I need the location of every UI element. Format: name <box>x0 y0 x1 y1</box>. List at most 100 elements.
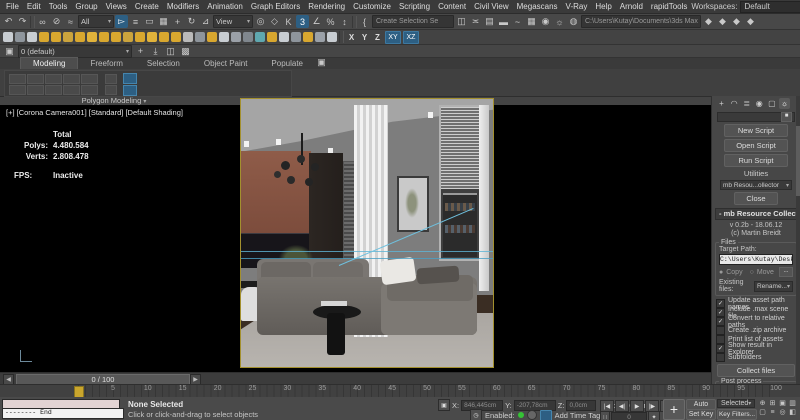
select-link-icon[interactable]: ∞ <box>36 15 49 28</box>
percent-snap-icon[interactable]: % <box>324 15 337 28</box>
plugin-icon[interactable] <box>99 32 109 42</box>
plugin-icon[interactable] <box>111 32 121 42</box>
set-key-button[interactable]: Set Key <box>686 409 716 420</box>
z-coordinate-field[interactable]: 0,0cm <box>566 400 596 411</box>
plugin-icon[interactable] <box>207 32 217 42</box>
keyboard-override-icon[interactable]: K <box>282 15 295 28</box>
maximize-viewport-icon[interactable]: ◧ <box>788 408 797 416</box>
menu-item-modifiers[interactable]: Modifiers <box>163 2 203 11</box>
render-setup-icon[interactable]: ☼ <box>553 15 566 28</box>
menu-item-group[interactable]: Group <box>71 2 101 11</box>
plugin-icon[interactable] <box>183 32 193 42</box>
select-object-icon[interactable]: ▻ <box>115 15 128 28</box>
undo-icon[interactable]: ↶ <box>2 15 15 28</box>
plugin-icon[interactable] <box>87 32 97 42</box>
current-frame-field[interactable]: 0 <box>611 412 647 420</box>
spinner-snap-icon[interactable]: ↕ <box>338 15 351 28</box>
transform-typein-lock-icon[interactable]: ▣ <box>438 399 450 411</box>
menu-item-views[interactable]: Views <box>102 2 131 11</box>
target-path-field[interactable]: C:\Users\Kutay\Desktop\Va <box>719 254 793 265</box>
unlink-icon[interactable]: ⊘ <box>50 15 63 28</box>
plugin-icon[interactable] <box>327 32 337 42</box>
select-rotate-icon[interactable]: ↻ <box>185 15 198 28</box>
copy-radio[interactable]: ● <box>719 269 723 276</box>
menu-item-content[interactable]: Content <box>434 2 470 11</box>
orbit-icon[interactable]: ◎ <box>778 408 787 416</box>
toggle-ribbon-icon[interactable]: ▬ <box>497 15 510 28</box>
use-pivot-center-icon[interactable]: ◎ <box>254 15 267 28</box>
layer-explorer-icon[interactable]: ▤ <box>483 15 496 28</box>
menu-item-graph-editors[interactable]: Graph Editors <box>247 2 304 11</box>
ribbon-config-icon[interactable]: ▣ <box>315 56 328 69</box>
close-utility-button[interactable]: Close <box>734 192 778 205</box>
tab-selection[interactable]: Selection <box>135 58 192 69</box>
render-last-icon[interactable]: ◆ <box>730 15 743 28</box>
viewport[interactable]: [+] [Corona Camera001] [Standard] [Defau… <box>0 105 711 372</box>
x-coordinate-field[interactable]: 846,445cm <box>461 400 503 411</box>
browse-button[interactable]: ... <box>779 267 793 277</box>
plugin-icon[interactable] <box>171 32 181 42</box>
plugin-icon[interactable] <box>123 32 133 42</box>
zoom-extents-all-icon[interactable]: ▥ <box>788 399 797 407</box>
hierarchy-tab-icon[interactable]: ≣ <box>741 98 752 109</box>
plugin-icon[interactable] <box>39 32 49 42</box>
plugin-icon[interactable] <box>255 32 265 42</box>
plugin-icon[interactable] <box>159 32 169 42</box>
convert-to-relative-paths-checkbox[interactable]: ✓ <box>716 317 725 326</box>
tab-freeform[interactable]: Freeform <box>78 58 134 69</box>
plugin-icon[interactable] <box>3 32 13 42</box>
polygon-modeling-label[interactable]: Polygon Modeling ▾ <box>4 96 224 105</box>
snap-toggle-3d-icon[interactable]: 3 <box>296 15 309 28</box>
render-online-icon[interactable]: ◆ <box>744 15 757 28</box>
time-tag-icon[interactable] <box>540 410 552 420</box>
print-list-of-assets-checkbox[interactable] <box>716 335 725 344</box>
plugin-icon[interactable] <box>147 32 157 42</box>
axis-constraint-xz[interactable]: XZ <box>403 31 419 44</box>
subfolders-checkbox[interactable] <box>716 353 725 362</box>
ribbon-button[interactable] <box>81 85 98 95</box>
plugin-icon[interactable] <box>27 32 37 42</box>
clock-icon[interactable]: ◷ <box>470 409 482 420</box>
redo-icon[interactable]: ↷ <box>16 15 29 28</box>
plugin-icon[interactable] <box>231 32 241 42</box>
y-coordinate-field[interactable]: -207,78cm <box>514 400 556 411</box>
axis-constraint-xy[interactable]: XY <box>385 31 401 44</box>
ribbon-button[interactable] <box>27 74 44 84</box>
menu-item-help[interactable]: Help <box>591 2 615 11</box>
plugin-icon[interactable] <box>51 32 61 42</box>
plugin-icon[interactable] <box>315 32 325 42</box>
create-tab-icon[interactable]: + <box>716 98 727 109</box>
project-path-field[interactable]: C:\Users\Kutay\Documents\3ds Max 2022 <box>581 15 701 28</box>
collect-files-button[interactable]: Collect files <box>717 364 795 377</box>
ribbon-button[interactable] <box>105 85 117 95</box>
key-icon[interactable]: ✦ <box>648 411 660 420</box>
zoom-region-icon[interactable]: ▢ <box>758 408 767 416</box>
select-move-icon[interactable]: + <box>171 15 184 28</box>
selection-set-dropdown[interactable]: Selected ▾ <box>717 399 755 408</box>
set-keys-button[interactable]: + <box>663 399 685 420</box>
selection-region-icon[interactable]: ▭ <box>143 15 156 28</box>
menu-item-scripting[interactable]: Scripting <box>395 2 434 11</box>
plugin-icon[interactable] <box>267 32 277 42</box>
tab-populate[interactable]: Populate <box>259 58 315 69</box>
menu-item-megascans[interactable]: Megascans <box>513 2 562 11</box>
ribbon-button[interactable] <box>81 74 98 84</box>
plugin-icon[interactable] <box>195 32 205 42</box>
selection-filter-dropdown[interactable]: All▾ <box>78 15 114 28</box>
select-layer-objects-icon[interactable]: ◫ <box>164 45 177 58</box>
select-scale-icon[interactable]: ⊿ <box>199 15 212 28</box>
create-layer-icon[interactable]: + <box>134 45 147 58</box>
open-script-button[interactable]: Open Script <box>724 139 788 152</box>
more-button[interactable]: ■ <box>781 112 792 122</box>
tab-object-paint[interactable]: Object Paint <box>192 58 260 69</box>
utility-dropdown[interactable]: mb Resou...ollector ▾ <box>720 180 792 190</box>
utilities-tab-icon[interactable]: ☼ <box>779 98 790 109</box>
menu-item-edit[interactable]: Edit <box>23 2 45 11</box>
ribbon-button[interactable] <box>9 85 26 95</box>
menu-item-arnold[interactable]: Arnold <box>616 2 647 11</box>
ribbon-button[interactable] <box>45 85 62 95</box>
scene-explorer-icon[interactable]: ▣ <box>3 45 16 58</box>
ribbon-button[interactable] <box>27 85 44 95</box>
display-tab-icon[interactable]: ▢ <box>766 98 777 109</box>
include-max-scene-file-checkbox[interactable]: ✓ <box>716 308 725 317</box>
